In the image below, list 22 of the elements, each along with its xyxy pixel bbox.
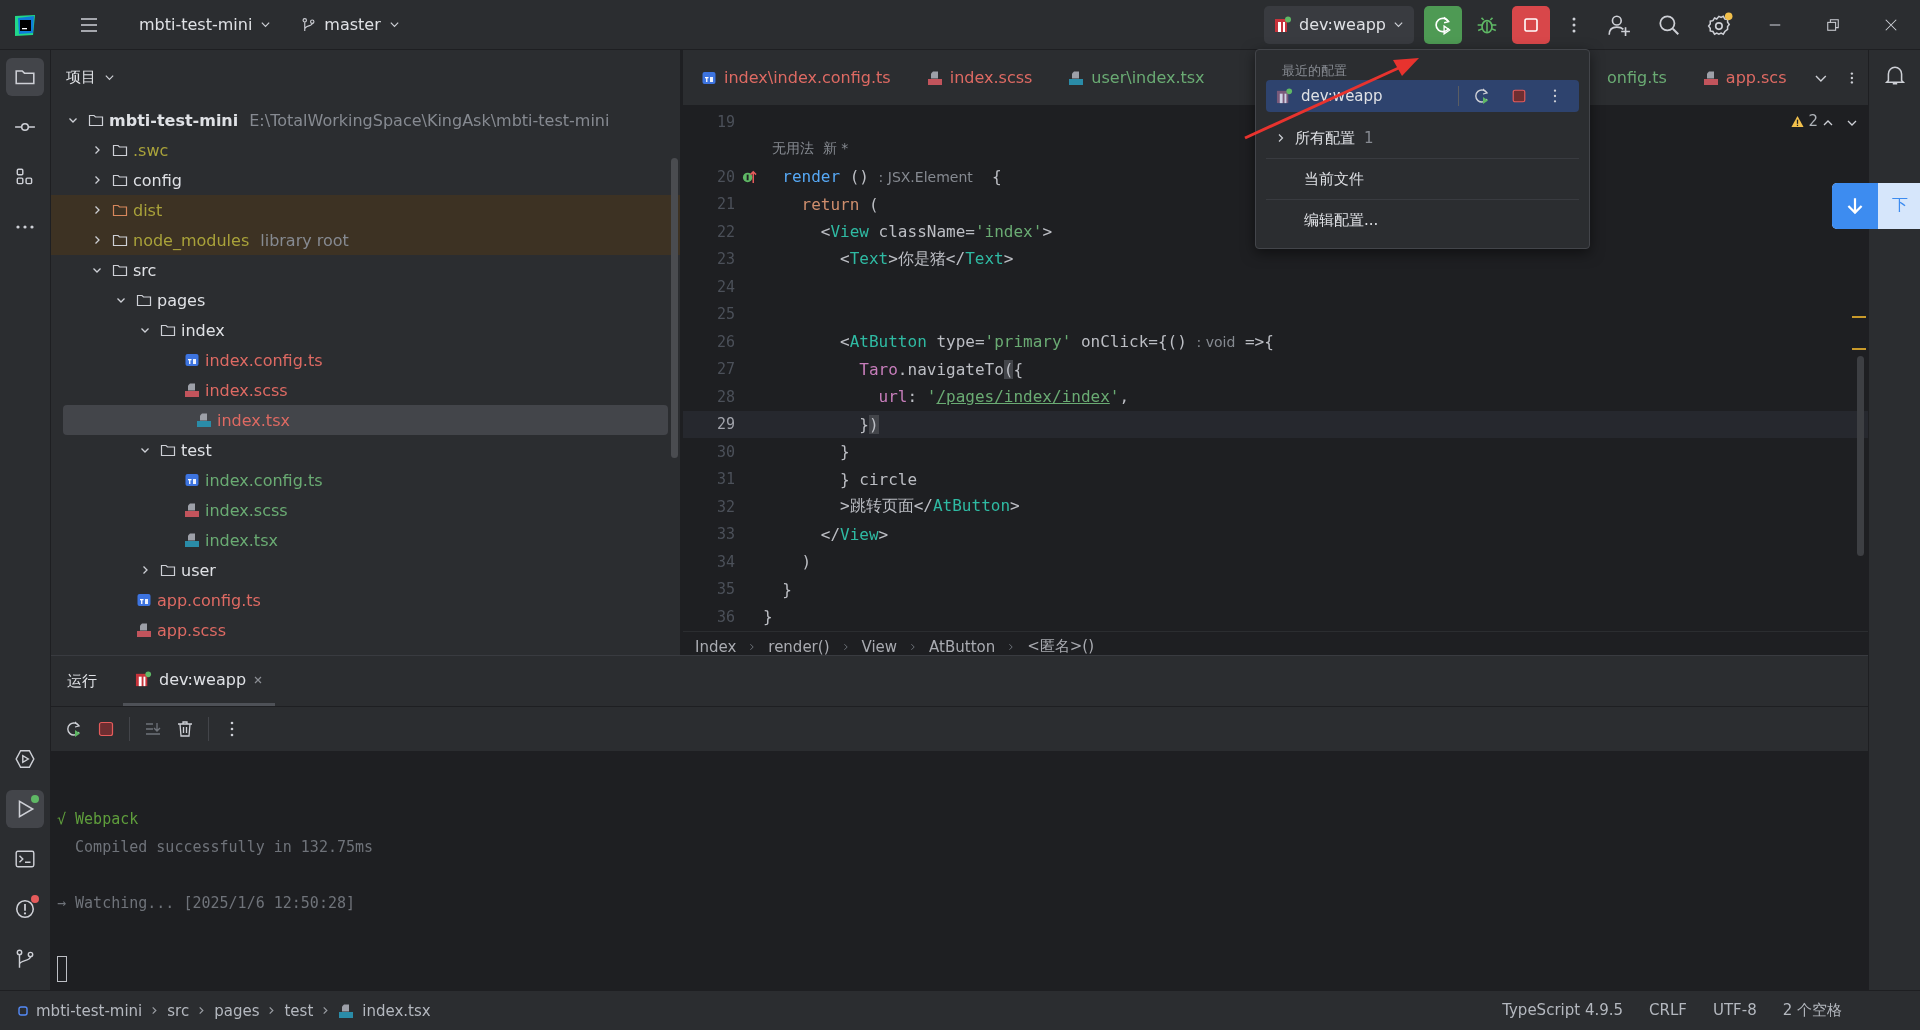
console-line: → Watching... [2025/1/6 12:50:28]: [57, 893, 356, 914]
line-number: 29: [716, 415, 735, 434]
code-line: }: [781, 579, 792, 599]
code-line: return (: [800, 194, 879, 214]
code-line: <AtButton type='primary' onClick={() : void =>{: [839, 332, 1274, 352]
code-line: <View className='index'>: [819, 222, 1052, 242]
code-line: >跳转页面</AtButton>: [839, 496, 1020, 518]
code-line: }: [839, 442, 850, 462]
console-line: √ Webpack: [57, 809, 140, 830]
code-line: }: [763, 607, 773, 627]
code-line: render () : JSX.Element {: [781, 167, 1002, 187]
code-line: url: '/pages/index/index',: [877, 387, 1130, 407]
usage-hint: 无用法 新 *: [770, 140, 849, 159]
console-line: Compiled successfully in 132.75ms: [74, 837, 375, 858]
code-line: </View>: [819, 524, 889, 544]
code-line: Taro.navigateTo({: [858, 359, 1024, 379]
code-line: <Text>你是猪</Text>: [839, 248, 1014, 270]
panel-title: 运行: [67, 671, 97, 691]
popup-header: 最近的配置: [1281, 62, 1348, 80]
code-line: }): [858, 414, 879, 434]
code-line: ): [800, 552, 812, 572]
code-line: } circle: [839, 469, 918, 489]
